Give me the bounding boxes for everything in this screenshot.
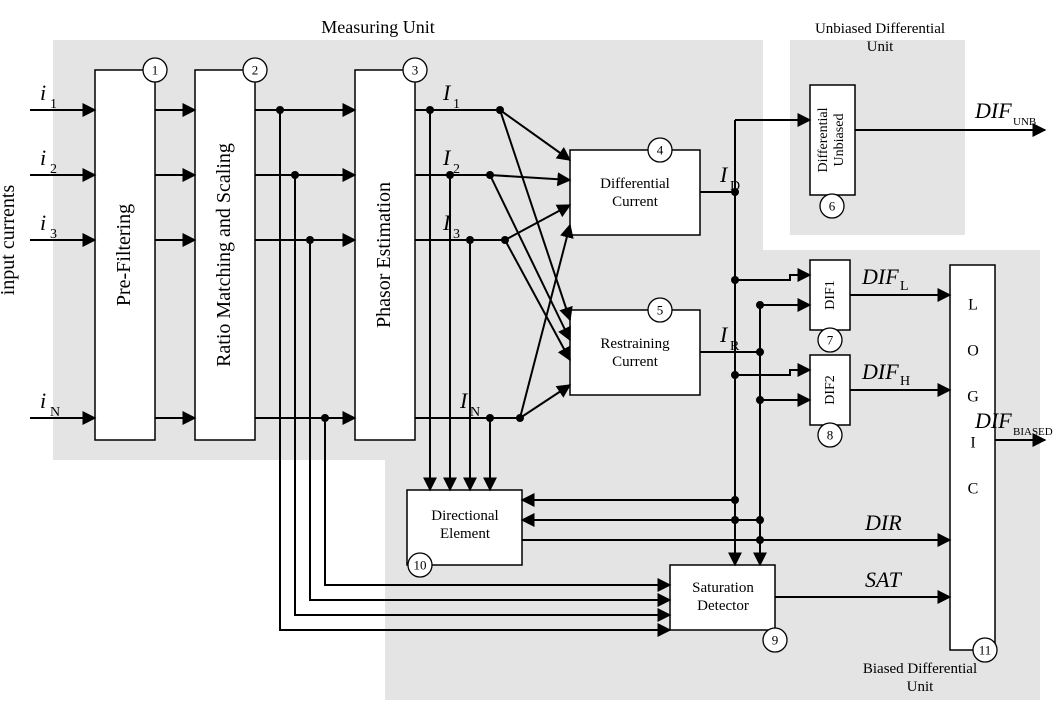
diffunb-l2: Unbiased: [832, 114, 847, 167]
unbiased-title-1: Unbiased Differential: [815, 21, 945, 37]
input-currents-label: input currents: [0, 185, 19, 296]
I2s: 2: [453, 162, 460, 177]
ID-tap1: [731, 276, 739, 284]
ID-sat-dot: [731, 516, 739, 524]
badge-8-text: 8: [827, 428, 834, 443]
difb-s: BIASED: [1013, 426, 1053, 438]
badge-6-text: 6: [829, 199, 836, 214]
sat-b: SAT: [865, 567, 903, 592]
dir-l1: Directional: [431, 508, 498, 524]
dir-b: DIR: [864, 510, 902, 535]
difunb-b: DIF: [974, 98, 1012, 123]
difunb-s: UNB: [1013, 116, 1036, 128]
badge-1-text: 1: [152, 63, 159, 78]
i1-base: i: [40, 80, 46, 105]
unbiased-title-2: Unit: [867, 39, 895, 55]
badge-3-text: 3: [412, 63, 419, 78]
logic-label: L O G I C: [965, 297, 982, 504]
IR-fb-dot: [756, 516, 764, 524]
diffunb-l1: Differential: [816, 107, 831, 172]
ID-fb-dot: [731, 496, 739, 504]
difH-s: H: [900, 374, 910, 389]
sat-l1: Saturation: [692, 580, 754, 596]
IR-dot: [756, 348, 764, 356]
difH-b: DIF: [861, 359, 899, 384]
jp-IN: [516, 414, 524, 422]
biased-title-2: Unit: [907, 679, 935, 695]
dir-l2: Element: [440, 526, 491, 542]
dif1-label: DIF1: [823, 280, 838, 310]
jp-I2: [486, 171, 494, 179]
IDs: D: [730, 179, 740, 194]
difb-b: DIF: [974, 408, 1012, 433]
I1s: 1: [453, 97, 460, 112]
restcur-l2: Current: [612, 354, 659, 370]
IRs: R: [730, 339, 740, 354]
prefilter-label: Pre-Filtering: [113, 204, 135, 306]
jp-I1: [496, 106, 504, 114]
restcur-l1: Restraining: [600, 336, 670, 352]
biased-title-1: Biased Differential: [863, 661, 977, 677]
INs: N: [470, 405, 480, 420]
rest-current-block: [570, 310, 700, 395]
badge-9-text: 9: [772, 633, 779, 648]
difL-b: DIF: [861, 264, 899, 289]
diffcur-l2: Current: [612, 194, 659, 210]
IR-tap1: [756, 301, 764, 309]
dif2-label: DIF2: [823, 375, 838, 405]
badge-2-text: 2: [252, 63, 259, 78]
phasor-label: Phasor Estimation: [373, 182, 395, 328]
badge-7-text: 7: [827, 333, 834, 348]
diff-current-block: [570, 150, 700, 235]
difL-s: L: [900, 279, 909, 294]
badge-4-text: 4: [657, 143, 664, 158]
iN-base: i: [40, 388, 46, 413]
badge-11-text: 11: [979, 643, 992, 658]
i2-base: i: [40, 145, 46, 170]
jp-I3: [501, 236, 509, 244]
badge-10-text: 10: [414, 558, 427, 573]
sat-l2: Detector: [697, 598, 749, 614]
ratio-label: Ratio Matching and Scaling: [213, 143, 235, 367]
measuring-unit-title: Measuring Unit: [321, 17, 434, 37]
badge-5-text: 5: [657, 303, 664, 318]
I3s: 3: [453, 227, 460, 242]
diffcur-l1: Differential: [600, 176, 670, 192]
ID-tap2: [731, 371, 739, 379]
IR-tap2: [756, 396, 764, 404]
i3-base: i: [40, 210, 46, 235]
